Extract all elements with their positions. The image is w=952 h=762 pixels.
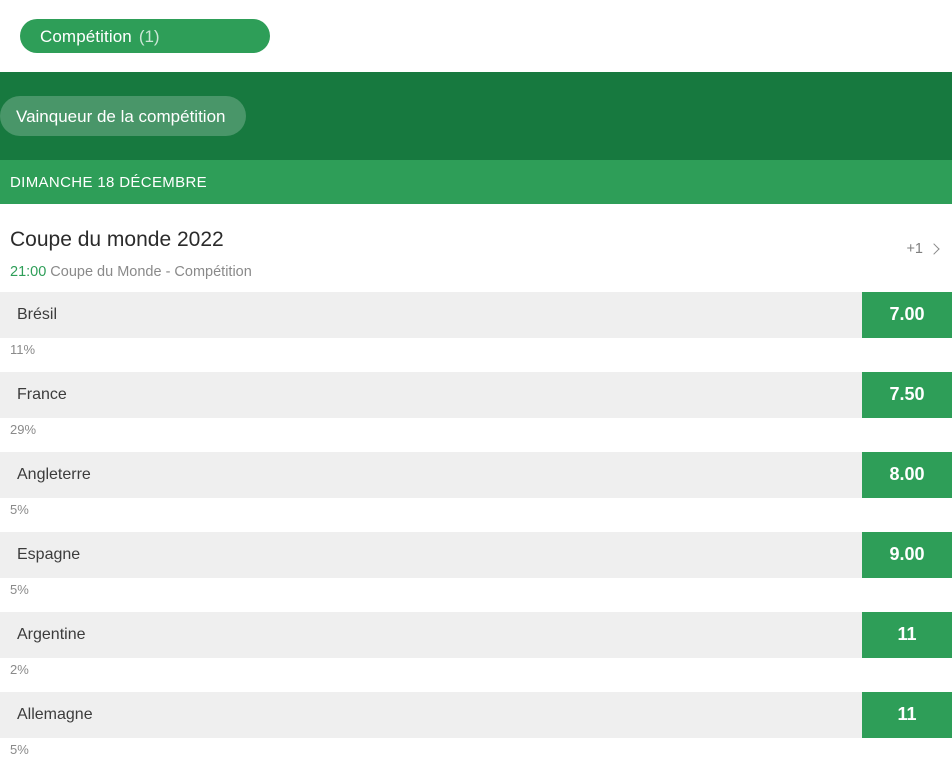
selection-popularity: 29% bbox=[0, 418, 952, 442]
selection-row: Argentine 11 2% bbox=[0, 611, 952, 682]
selection-popularity: 11% bbox=[0, 338, 952, 362]
selection-bar-track bbox=[50, 587, 952, 593]
selection-row: France 7.50 29% bbox=[0, 371, 952, 442]
selection-percent-label: 5% bbox=[10, 742, 29, 758]
date-band: DIMANCHE 18 DÉCEMBRE bbox=[0, 160, 952, 204]
selection-main: Brésil 7.00 bbox=[0, 291, 952, 338]
selection-main: Allemagne 11 bbox=[0, 691, 952, 738]
selection-row: Angleterre 8.00 5% bbox=[0, 451, 952, 522]
tab-competition-count: (1) bbox=[138, 26, 160, 46]
selection-main: Argentine 11 bbox=[0, 611, 952, 658]
selection-popularity: 5% bbox=[0, 498, 952, 522]
selection-percent-label: 5% bbox=[10, 582, 29, 598]
selection-percent-label: 29% bbox=[10, 422, 37, 438]
selection-main: France 7.50 bbox=[0, 371, 952, 418]
selection-bar-track bbox=[50, 667, 952, 673]
selection-name[interactable]: Argentine bbox=[0, 611, 862, 658]
selection-row: Brésil 7.00 11% bbox=[0, 291, 952, 362]
selection-name[interactable]: France bbox=[0, 371, 862, 418]
selection-popularity: 5% bbox=[0, 738, 952, 762]
selection-odds-button[interactable]: 7.00 bbox=[862, 291, 952, 338]
tab-bar: Compétition (1) bbox=[0, 0, 952, 72]
chevron-right-icon bbox=[928, 243, 940, 255]
selection-main: Espagne 9.00 bbox=[0, 531, 952, 578]
selection-percent-label: 2% bbox=[10, 662, 29, 678]
selections-list: Brésil 7.00 11% France 7.50 29% Angleterre 8.00… bbox=[0, 291, 952, 762]
market-tab-winner[interactable]: Vainqueur de la compétition bbox=[0, 96, 246, 136]
event-header: Coupe du monde 2022 21:00 Coupe du Monde … bbox=[0, 204, 952, 280]
selection-odds-button[interactable]: 11 bbox=[862, 691, 952, 738]
selection-odds-button[interactable]: 8.00 bbox=[862, 451, 952, 498]
selection-popularity: 2% bbox=[0, 658, 952, 682]
date-band-label: DIMANCHE 18 DÉCEMBRE bbox=[10, 173, 208, 191]
selection-odds-button[interactable]: 11 bbox=[862, 611, 952, 658]
market-header-band: Vainqueur de la compétition bbox=[0, 72, 952, 160]
tab-competition[interactable]: Compétition (1) bbox=[20, 19, 270, 53]
selection-name[interactable]: Espagne bbox=[0, 531, 862, 578]
event-block: Coupe du monde 2022 21:00 Coupe du Monde … bbox=[0, 204, 952, 762]
selection-name[interactable]: Angleterre bbox=[0, 451, 862, 498]
event-title: Coupe du monde 2022 bbox=[10, 228, 224, 251]
selection-bar-track bbox=[50, 347, 952, 353]
selection-row: Espagne 9.00 5% bbox=[0, 531, 952, 602]
selection-name[interactable]: Brésil bbox=[0, 291, 862, 338]
event-time: 21:00 bbox=[10, 264, 47, 281]
more-markets-link[interactable]: +1 bbox=[906, 241, 940, 257]
tab-competition-label: Compétition bbox=[40, 26, 132, 46]
selection-popularity: 5% bbox=[0, 578, 952, 602]
selection-percent-label: 5% bbox=[10, 502, 29, 518]
market-tab-winner-label: Vainqueur de la compétition bbox=[16, 106, 226, 126]
event-subtitle: 21:00 Coupe du Monde - Compétition bbox=[10, 265, 952, 280]
more-markets-label: +1 bbox=[906, 241, 923, 257]
selection-row: Allemagne 11 5% bbox=[0, 691, 952, 762]
selection-bar-track bbox=[50, 747, 952, 753]
selection-percent-label: 11% bbox=[10, 342, 36, 358]
selection-name[interactable]: Allemagne bbox=[0, 691, 862, 738]
event-competition-name: Coupe du Monde - Compétition bbox=[50, 264, 252, 281]
selection-bar-track bbox=[50, 427, 952, 433]
selection-odds-button[interactable]: 7.50 bbox=[862, 371, 952, 418]
selection-odds-button[interactable]: 9.00 bbox=[862, 531, 952, 578]
selection-main: Angleterre 8.00 bbox=[0, 451, 952, 498]
selection-bar-track bbox=[50, 507, 952, 513]
